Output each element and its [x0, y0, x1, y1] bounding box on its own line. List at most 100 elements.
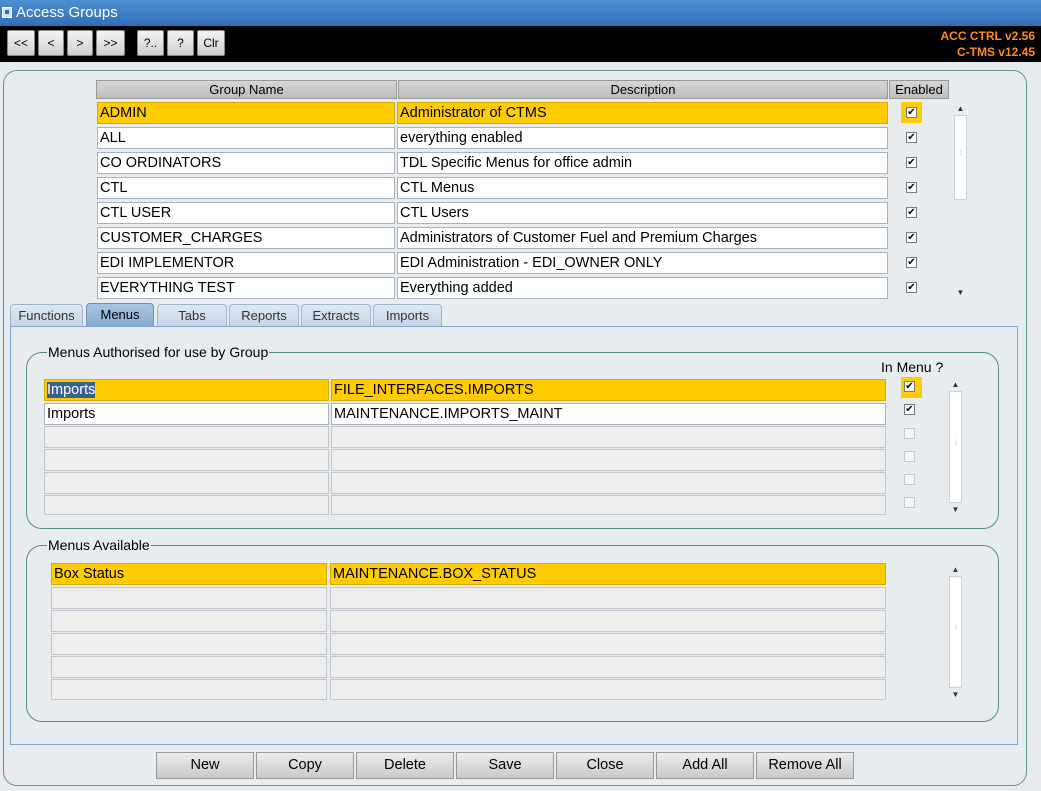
group-name-cell[interactable]: CUSTOMER_CHARGES	[97, 227, 395, 249]
menu-path-cell[interactable]	[330, 656, 886, 678]
tab-reports[interactable]: Reports	[229, 304, 299, 327]
check-icon: ✔	[905, 404, 914, 415]
group-description-cell[interactable]: TDL Specific Menus for office admin	[397, 152, 888, 174]
scroll-up-icon[interactable]: ▲	[949, 378, 962, 391]
group-name-cell[interactable]: ALL	[97, 127, 395, 149]
check-icon: ✔	[907, 257, 916, 268]
group-description-cell[interactable]: CTL Menus	[397, 177, 888, 199]
tab-menus[interactable]: Menus	[86, 303, 154, 327]
enabled-checkbox[interactable]: ✔	[906, 207, 917, 218]
scrollbar-thumb[interactable]: ⁞	[954, 115, 967, 200]
scroll-up-icon[interactable]: ▲	[949, 563, 962, 576]
menu-name-cell[interactable]: Imports	[44, 403, 329, 425]
in-menu-checkbox[interactable]	[904, 474, 915, 485]
scroll-down-icon[interactable]: ▼	[954, 286, 967, 299]
group-name-cell[interactable]: ADMIN	[97, 102, 395, 124]
scrollbar-thumb[interactable]: ⁞	[949, 576, 962, 688]
groups-scrollbar[interactable]: ▲ ⁞ ▼	[954, 102, 967, 299]
menu-name-cell[interactable]	[51, 610, 327, 632]
enabled-header: Enabled	[889, 80, 949, 99]
check-icon: ✔	[907, 282, 916, 293]
check-icon: ✔	[905, 381, 914, 392]
menu-name-cell[interactable]	[51, 587, 327, 609]
in-menu-checkbox[interactable]: ✔	[904, 381, 915, 392]
menu-name-cell[interactable]: Imports	[44, 379, 329, 401]
menu-name-cell[interactable]	[44, 449, 329, 471]
group-description-cell[interactable]: Administrator of CTMS	[397, 102, 888, 124]
delete-button[interactable]: Delete	[356, 752, 454, 779]
scrollbar-thumb[interactable]: ⁞	[949, 391, 962, 503]
group-description-cell[interactable]: Administrators of Customer Fuel and Prem…	[397, 227, 888, 249]
tab-tabs[interactable]: Tabs	[157, 304, 227, 327]
check-icon: ✔	[907, 107, 916, 118]
in-menu-checkbox[interactable]	[904, 428, 915, 439]
group-description-cell[interactable]: CTL Users	[397, 202, 888, 224]
menu-name-text: Imports	[47, 382, 96, 398]
menu-name-cell[interactable]	[51, 656, 327, 678]
scroll-up-icon[interactable]: ▲	[954, 102, 967, 115]
remove-all-button[interactable]: Remove All	[756, 752, 854, 779]
menu-path-cell[interactable]: MAINTENANCE.BOX_STATUS	[330, 563, 886, 585]
group-name-cell[interactable]: CO ORDINATORS	[97, 152, 395, 174]
menu-path-cell[interactable]	[331, 426, 886, 448]
enabled-checkbox[interactable]: ✔	[906, 182, 917, 193]
scroll-down-icon[interactable]: ▼	[949, 503, 962, 516]
menu-path-cell[interactable]	[330, 587, 886, 609]
tab-extracts[interactable]: Extracts	[301, 304, 371, 327]
enabled-checkbox[interactable]: ✔	[906, 157, 917, 168]
menu-path-cell[interactable]	[330, 610, 886, 632]
copy-button[interactable]: Copy	[256, 752, 354, 779]
enabled-checkbox[interactable]: ✔	[906, 132, 917, 143]
menu-path-cell[interactable]	[331, 449, 886, 471]
menu-name-cell[interactable]	[44, 426, 329, 448]
last-record-button[interactable]: >>	[96, 30, 125, 56]
menu-path-cell[interactable]: FILE_INTERFACES.IMPORTS	[331, 379, 886, 401]
available-menus-title: Menus Available	[47, 537, 151, 553]
check-icon: ✔	[907, 157, 916, 168]
scroll-down-icon[interactable]: ▼	[949, 688, 962, 701]
query-button[interactable]: ?	[167, 30, 194, 56]
group-name-cell[interactable]: EVERYTHING TEST	[97, 277, 395, 299]
enabled-checkbox[interactable]: ✔	[906, 232, 917, 243]
grip-icon: ⁞	[955, 440, 957, 447]
in-menu-checkbox[interactable]	[904, 497, 915, 508]
tab-imports[interactable]: Imports	[373, 304, 442, 327]
version-info: ACC CTRL v2.56 C-TMS v12.45	[941, 28, 1035, 60]
enabled-checkbox[interactable]: ✔	[906, 257, 917, 268]
in-menu-header: In Menu ?	[881, 359, 944, 375]
menu-path-cell[interactable]: MAINTENANCE.IMPORTS_MAINT	[331, 403, 886, 425]
close-button[interactable]: Close	[556, 752, 654, 779]
group-name-cell[interactable]: EDI IMPLEMENTOR	[97, 252, 395, 274]
menu-name-cell[interactable]: Box Status	[51, 563, 327, 585]
menu-path-cell[interactable]	[330, 679, 886, 700]
group-description-cell[interactable]: EDI Administration - EDI_OWNER ONLY	[397, 252, 888, 274]
menu-name-cell[interactable]	[44, 495, 329, 515]
menu-name-cell[interactable]	[51, 679, 327, 700]
add-all-button[interactable]: Add All	[656, 752, 754, 779]
query-list-button[interactable]: ?..	[137, 30, 164, 56]
tab-functions[interactable]: Functions	[10, 304, 83, 327]
available-menus-scrollbar[interactable]: ▲ ⁞ ▼	[949, 563, 962, 701]
clear-button[interactable]: Clr	[197, 30, 225, 56]
enabled-checkbox[interactable]: ✔	[906, 107, 917, 118]
enabled-checkbox[interactable]: ✔	[906, 282, 917, 293]
group-name-cell[interactable]: CTL	[97, 177, 395, 199]
group-name-cell[interactable]: CTL USER	[97, 202, 395, 224]
save-button[interactable]: Save	[456, 752, 554, 779]
menu-name-cell[interactable]	[51, 633, 327, 655]
first-record-button[interactable]: <<	[7, 30, 35, 56]
group-name-header: Group Name	[96, 80, 397, 99]
version-line-1: ACC CTRL v2.56	[940, 29, 1035, 43]
next-record-button[interactable]: >	[67, 30, 93, 56]
menu-path-cell[interactable]	[331, 472, 886, 494]
group-description-cell[interactable]: Everything added	[397, 277, 888, 299]
menu-path-cell[interactable]	[330, 633, 886, 655]
menu-path-cell[interactable]	[331, 495, 886, 515]
menu-name-cell[interactable]	[44, 472, 329, 494]
new-button[interactable]: New	[156, 752, 254, 779]
authorised-menus-scrollbar[interactable]: ▲ ⁞ ▼	[949, 378, 962, 516]
previous-record-button[interactable]: <	[38, 30, 64, 56]
in-menu-checkbox[interactable]	[904, 451, 915, 462]
group-description-cell[interactable]: everything enabled	[397, 127, 888, 149]
in-menu-checkbox[interactable]: ✔	[904, 404, 915, 415]
